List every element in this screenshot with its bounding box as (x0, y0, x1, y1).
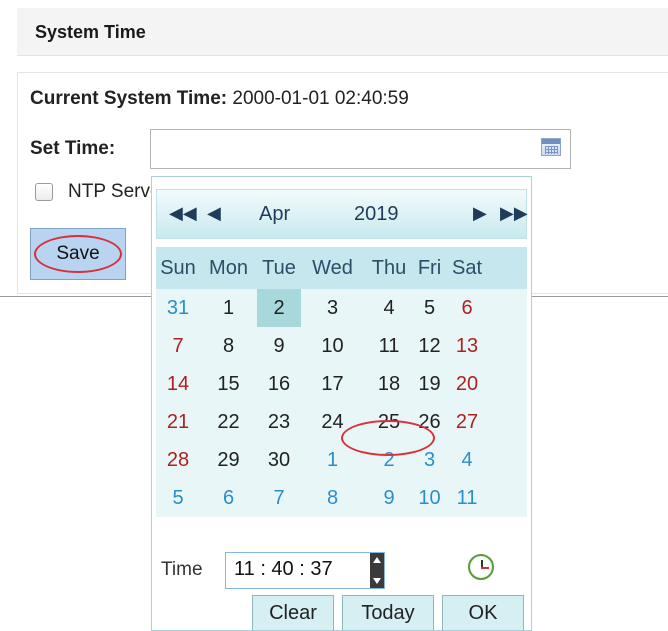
weekday-fri: Fri (417, 256, 442, 279)
calendar-icon[interactable] (541, 138, 561, 156)
day-cell[interactable]: 21 (156, 403, 200, 441)
prev-year-icon[interactable]: ◀◀ (169, 202, 197, 224)
picker-header: ◀◀ ◀ ▶ ▶▶ (156, 189, 528, 239)
day-cell[interactable]: 6 (445, 289, 489, 327)
week-row: 21 22 23 24 25 26 27 (156, 403, 527, 441)
day-cell[interactable]: 13 (445, 327, 489, 365)
weekday-thu: Thu (371, 256, 407, 279)
day-cell[interactable]: 3 (301, 289, 364, 327)
weekday-header: Sun Mon Tue Wed Thu Fri Sat (156, 247, 527, 289)
panel-title: System Time (17, 8, 668, 56)
current-time-value: 2000-01-01 02:40:59 (232, 88, 409, 109)
calendar-grid: Sun Mon Tue Wed Thu Fri Sat 31 1 2 3 4 5 6 7 8 9 1… (156, 247, 527, 517)
ntp-label: NTP Server (68, 181, 151, 202)
day-cell[interactable]: 18 (364, 365, 414, 403)
day-cell[interactable]: 30 (257, 441, 301, 479)
day-cell[interactable]: 4 (364, 289, 414, 327)
ntp-checkbox[interactable] (35, 183, 53, 201)
day-cell[interactable]: 10 (301, 327, 364, 365)
day-cell[interactable]: 11 (364, 327, 414, 365)
day-cell[interactable]: 7 (257, 479, 301, 517)
prev-month-icon[interactable]: ◀ (207, 202, 221, 224)
clear-button[interactable]: Clear (252, 595, 334, 630)
picker-month[interactable]: Apr (259, 203, 290, 226)
set-time-label: Set Time: (30, 138, 116, 159)
day-cell[interactable]: 2 (364, 441, 414, 479)
picker-year[interactable]: 2019 (354, 203, 399, 226)
weekday-mon: Mon (209, 256, 248, 279)
day-cell[interactable]: 19 (414, 365, 445, 403)
day-cell[interactable]: 11 (445, 479, 489, 517)
day-cell[interactable]: 28 (156, 441, 200, 479)
week-row: 14 15 16 17 18 19 20 (156, 365, 527, 403)
save-button[interactable]: Save (30, 228, 126, 280)
day-cell[interactable]: 2 (257, 289, 301, 327)
day-cell[interactable]: 16 (257, 365, 301, 403)
day-cell[interactable]: 4 (445, 441, 489, 479)
day-cell[interactable]: 1 (301, 441, 364, 479)
day-cell[interactable]: 14 (156, 365, 200, 403)
day-cell[interactable]: 8 (200, 327, 257, 365)
day-cell[interactable]: 24 (301, 403, 364, 441)
next-year-icon[interactable]: ▶▶ (500, 202, 528, 224)
weekday-sat: Sat (451, 256, 483, 279)
week-row: 7 8 9 10 11 12 13 (156, 327, 527, 365)
date-picker: ◀◀ ◀ ▶ ▶▶ Apr 2019 Sun Mon Tue Wed Thu F… (151, 176, 532, 631)
day-cell[interactable]: 26 (414, 403, 445, 441)
ok-button[interactable]: OK (442, 595, 524, 630)
weekday-sun: Sun (160, 256, 196, 279)
day-cell[interactable]: 12 (414, 327, 445, 365)
day-cell[interactable]: 9 (364, 479, 414, 517)
day-cell[interactable]: 8 (301, 479, 364, 517)
next-month-icon[interactable]: ▶ (473, 202, 487, 224)
day-cell[interactable]: 27 (445, 403, 489, 441)
time-spinner[interactable] (370, 553, 384, 588)
week-row: 28 29 30 1 2 3 4 (156, 441, 527, 479)
day-cell[interactable]: 15 (200, 365, 257, 403)
day-cell[interactable]: 3 (414, 441, 445, 479)
day-cell[interactable]: 1 (200, 289, 257, 327)
day-cells: 31 1 2 3 4 5 6 7 8 9 10 11 12 13 14 15 16 17 18 19 20 21 22 23 2… (156, 289, 527, 517)
day-cell[interactable]: 9 (257, 327, 301, 365)
day-cell[interactable]: 7 (156, 327, 200, 365)
set-time-input[interactable] (150, 129, 571, 169)
weekday-wed: Wed (312, 256, 353, 279)
day-cell[interactable]: 5 (414, 289, 445, 327)
day-cell[interactable]: 17 (301, 365, 364, 403)
day-cell[interactable]: 22 (200, 403, 257, 441)
weekday-tue: Tue (262, 256, 296, 279)
week-row: 5 6 7 8 9 10 11 (156, 479, 527, 517)
picker-time-label: Time (161, 559, 203, 580)
current-time-row: Current System Time: 2000-01-01 02:40:59 (30, 88, 409, 110)
save-label: Save (56, 243, 100, 264)
day-cell[interactable]: 31 (156, 289, 200, 327)
day-cell[interactable]: 20 (445, 365, 489, 403)
today-button[interactable]: Today (342, 595, 434, 630)
picker-time-input[interactable]: 11 : 40 : 37 (225, 552, 385, 589)
week-row: 31 1 2 3 4 5 6 (156, 289, 527, 327)
day-cell[interactable]: 5 (156, 479, 200, 517)
day-cell[interactable]: 6 (200, 479, 257, 517)
day-cell[interactable]: 23 (257, 403, 301, 441)
day-cell[interactable]: 25 (364, 403, 414, 441)
current-time-label: Current System Time: (30, 88, 228, 109)
clock-icon[interactable] (468, 554, 494, 580)
day-cell[interactable]: 10 (414, 479, 445, 517)
day-cell[interactable]: 29 (200, 441, 257, 479)
